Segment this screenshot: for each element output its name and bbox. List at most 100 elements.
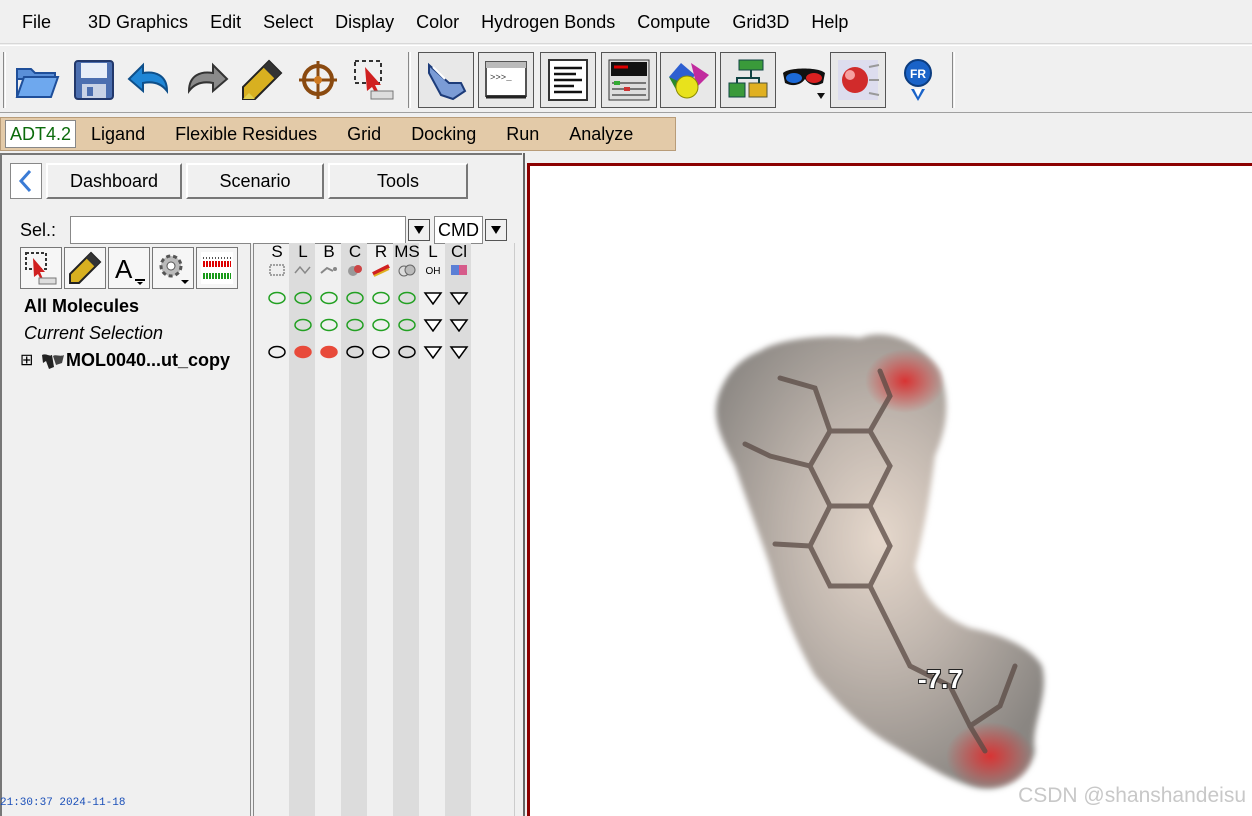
column-header[interactable]: R bbox=[368, 243, 394, 261]
adt-tab-grid[interactable]: Grid bbox=[332, 119, 396, 149]
tree-all-molecules[interactable]: All Molecules bbox=[20, 293, 250, 320]
settings-tool-button[interactable] bbox=[152, 247, 194, 289]
adt-tab-flexible-residues[interactable]: Flexible Residues bbox=[160, 119, 332, 149]
molecule-surface bbox=[715, 334, 1044, 790]
modeling-icon[interactable] bbox=[720, 52, 776, 108]
column-header[interactable]: MS bbox=[394, 243, 420, 261]
column-icon[interactable] bbox=[449, 263, 469, 277]
display-toggle-molecule[interactable] bbox=[423, 345, 443, 360]
display-toggle-molecule[interactable] bbox=[345, 345, 365, 359]
label-tool-button[interactable]: A bbox=[108, 247, 150, 289]
primitives-icon[interactable] bbox=[660, 52, 716, 108]
display-toggle-all[interactable] bbox=[293, 291, 313, 305]
display-toggle-all[interactable] bbox=[449, 291, 469, 306]
tab-dashboard[interactable]: Dashboard bbox=[46, 163, 182, 199]
fr-icon[interactable]: FR bbox=[890, 52, 946, 108]
dashboard-icon[interactable] bbox=[601, 52, 657, 108]
column-icon[interactable] bbox=[293, 263, 313, 277]
display-toggle-current[interactable] bbox=[293, 318, 313, 332]
column-icon[interactable] bbox=[267, 263, 287, 277]
display-toggle-all[interactable] bbox=[345, 291, 365, 305]
menu-edit[interactable]: Edit bbox=[199, 0, 252, 44]
display-toggle-molecule[interactable] bbox=[293, 345, 313, 359]
pencil-tool-button[interactable] bbox=[64, 247, 106, 289]
hand-icon[interactable] bbox=[418, 52, 474, 108]
menu-help[interactable]: Help bbox=[800, 0, 859, 44]
column-header[interactable]: S bbox=[264, 243, 290, 261]
display-toggle-molecule[interactable] bbox=[397, 345, 417, 359]
display-toggle-all[interactable] bbox=[397, 291, 417, 305]
selection-input[interactable] bbox=[70, 216, 406, 244]
column-header[interactable]: Cl bbox=[446, 243, 472, 261]
column-header[interactable]: B bbox=[316, 243, 342, 261]
menu-color[interactable]: Color bbox=[405, 0, 470, 44]
cmd-dropdown[interactable] bbox=[485, 219, 507, 241]
tree-molecule-row[interactable]: ⊞ MOL0040...ut_copy bbox=[20, 347, 250, 374]
collapse-panel-button[interactable] bbox=[10, 163, 42, 199]
menu-compute[interactable]: Compute bbox=[626, 0, 721, 44]
message-log-icon[interactable] bbox=[540, 52, 596, 108]
tab-scenario[interactable]: Scenario bbox=[186, 163, 324, 199]
display-toggle-molecule[interactable] bbox=[371, 345, 391, 359]
select-tool-button[interactable] bbox=[20, 247, 62, 289]
stereo-glasses-icon[interactable] bbox=[776, 52, 832, 108]
cmd-select[interactable]: CMD bbox=[434, 216, 483, 244]
display-toggle-current[interactable] bbox=[397, 318, 417, 332]
adt-tab-ligand[interactable]: Ligand bbox=[76, 119, 160, 149]
display-toggle-current[interactable] bbox=[449, 318, 469, 333]
adt-tab-docking[interactable]: Docking bbox=[396, 119, 491, 149]
lights-icon[interactable] bbox=[830, 52, 886, 108]
undo-icon[interactable] bbox=[122, 52, 178, 108]
column-icon[interactable] bbox=[319, 263, 339, 277]
display-toggle-all[interactable] bbox=[371, 291, 391, 305]
sequence-tool-button[interactable] bbox=[196, 247, 238, 289]
display-toggle-current[interactable] bbox=[345, 318, 365, 332]
redo-icon[interactable] bbox=[178, 52, 234, 108]
display-toggle-current[interactable] bbox=[371, 318, 391, 332]
dashboard-panel: Dashboard Scenario Tools Sel.: CMD A All… bbox=[0, 153, 524, 816]
column-header[interactable]: C bbox=[342, 243, 368, 261]
selection-dropdown[interactable] bbox=[408, 219, 430, 241]
display-toggle-all[interactable] bbox=[267, 291, 287, 305]
column-icon[interactable] bbox=[371, 263, 391, 277]
selection-row: Sel.: CMD bbox=[20, 215, 507, 245]
chevron-left-icon bbox=[18, 169, 32, 193]
chevron-down-icon bbox=[491, 226, 501, 234]
column-icon[interactable] bbox=[345, 263, 365, 277]
display-toggle-molecule[interactable] bbox=[449, 345, 469, 360]
docking-score-label: -7.7 bbox=[918, 664, 963, 694]
column-sublabel: OH bbox=[425, 266, 441, 277]
select-icon[interactable] bbox=[346, 52, 402, 108]
column-header[interactable]: L bbox=[420, 243, 446, 261]
dashboard-tools: A bbox=[20, 247, 240, 291]
menu-file[interactable]: File bbox=[0, 0, 77, 44]
save-icon[interactable] bbox=[66, 52, 122, 108]
python-shell-icon[interactable]: >>>_ bbox=[478, 52, 534, 108]
adt-tab-analyze[interactable]: Analyze bbox=[554, 119, 648, 149]
open-folder-icon[interactable] bbox=[9, 52, 65, 108]
expand-toggle[interactable]: ⊞ bbox=[20, 347, 40, 374]
menu-select[interactable]: Select bbox=[252, 0, 324, 44]
tab-tools[interactable]: Tools bbox=[328, 163, 468, 199]
pencil-icon[interactable] bbox=[234, 52, 290, 108]
adt-version-tab[interactable]: ADT4.2 bbox=[5, 120, 77, 148]
column-header[interactable]: L bbox=[290, 243, 316, 261]
chevron-down-icon bbox=[414, 226, 424, 234]
display-toggle-molecule[interactable] bbox=[319, 345, 339, 359]
menu-grid3d[interactable]: Grid3D bbox=[721, 0, 800, 44]
tree-current-selection[interactable]: Current Selection bbox=[20, 320, 250, 347]
display-toggle-molecule[interactable] bbox=[267, 345, 287, 359]
crosshair-icon[interactable] bbox=[290, 52, 346, 108]
column-icon[interactable] bbox=[397, 263, 417, 277]
display-columns: S L B C R MS L Cl OH bbox=[264, 243, 516, 816]
menu-3d-graphics[interactable]: 3D Graphics bbox=[77, 0, 199, 44]
menu-hydrogen-bonds[interactable]: Hydrogen Bonds bbox=[470, 0, 626, 44]
3d-viewer[interactable]: -7.7 CSDN @shanshandeisu bbox=[527, 163, 1252, 816]
display-toggle-current[interactable] bbox=[423, 318, 443, 333]
tree-divider[interactable] bbox=[250, 243, 254, 816]
display-toggle-all[interactable] bbox=[423, 291, 443, 306]
display-toggle-all[interactable] bbox=[319, 291, 339, 305]
adt-tab-run[interactable]: Run bbox=[491, 119, 554, 149]
display-toggle-current[interactable] bbox=[319, 318, 339, 332]
menu-display[interactable]: Display bbox=[324, 0, 405, 44]
